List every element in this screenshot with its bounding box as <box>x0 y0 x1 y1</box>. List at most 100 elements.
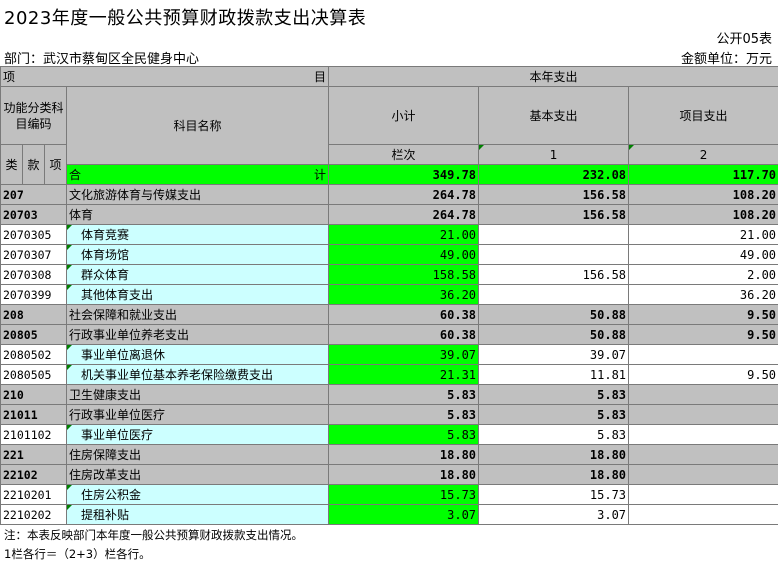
row-subject-name: 住房公积金 <box>65 484 330 505</box>
table-row: 22102 住房改革支出 18.80 18.80 <box>0 464 778 485</box>
row-subtotal: 264.78 <box>328 184 480 205</box>
row-project: 9.50 <box>628 364 778 385</box>
row-basic: 18.80 <box>478 464 630 485</box>
row-subtotal: 18.80 <box>328 464 480 485</box>
subtotal-header: 小计 <box>328 86 480 145</box>
row-code: 2080505 <box>0 364 67 385</box>
row-subject-name: 体育场馆 <box>65 244 330 265</box>
item-header-right: 目 <box>314 70 327 84</box>
row-subject-name: 住房改革支出 <box>65 464 330 485</box>
row-basic: 5.83 <box>478 424 630 445</box>
row-subtotal: 264.78 <box>328 204 480 225</box>
row-basic: 3.07 <box>478 504 630 525</box>
table-row: 2080505 机关事业单位基本养老保险缴费支出 21.31 11.81 9.50 <box>0 364 778 385</box>
table-row: 221 住房保障支出 18.80 18.80 <box>0 444 778 465</box>
row-project: 9.50 <box>628 324 778 345</box>
row-subject-name: 社会保障和就业支出 <box>65 304 330 325</box>
table-row: 2101102 事业单位医疗 5.83 5.83 <box>0 424 778 445</box>
row-subtotal: 60.38 <box>328 324 480 345</box>
current-year-header: 本年支出 <box>328 66 778 87</box>
row-code: 208 <box>0 304 67 325</box>
row-code: 207 <box>0 184 67 205</box>
total-project: 117.70 <box>628 164 778 185</box>
row-code: 210 <box>0 384 67 405</box>
row-subject-name: 群众体育 <box>65 264 330 285</box>
row-subject-name: 住房保障支出 <box>65 444 330 465</box>
row-subtotal: 39.07 <box>328 344 480 365</box>
row-code: 2210202 <box>0 504 67 525</box>
table-row: 20703 体育 264.78 156.58 108.20 <box>0 204 778 225</box>
row-project: 108.20 <box>628 184 778 205</box>
row-subject-name: 体育竞赛 <box>65 224 330 245</box>
row-subtotal: 18.80 <box>328 444 480 465</box>
row-subtotal: 3.07 <box>328 504 480 525</box>
row-project <box>628 444 778 465</box>
row-basic: 18.80 <box>478 444 630 465</box>
row-subtotal: 21.00 <box>328 224 480 245</box>
row-project: 9.50 <box>628 304 778 325</box>
table-row: 20805 行政事业单位养老支出 60.38 50.88 9.50 <box>0 324 778 345</box>
row-project: 49.00 <box>628 244 778 265</box>
footnote-2: 1栏各行＝（2+3）栏各行。 <box>4 547 151 561</box>
lei-header: 类 <box>0 144 23 185</box>
table-row: 210 卫生健康支出 5.83 5.83 <box>0 384 778 405</box>
row-project <box>628 344 778 365</box>
table-row: 208 社会保障和就业支出 60.38 50.88 9.50 <box>0 304 778 325</box>
row-subject-name: 卫生健康支出 <box>65 384 330 405</box>
row-project <box>628 384 778 405</box>
row-basic: 156.58 <box>478 264 630 285</box>
row-code: 20703 <box>0 204 67 225</box>
row-code: 22102 <box>0 464 67 485</box>
row-project: 2.00 <box>628 264 778 285</box>
total-label-right: 计 <box>314 168 327 182</box>
row-subtotal: 158.58 <box>328 264 480 285</box>
col2-number: 2 <box>628 144 778 165</box>
row-basic: 156.58 <box>478 184 630 205</box>
report-title: 2023年度一般公共预算财政拨款支出决算表 <box>4 8 367 29</box>
row-subtotal: 15.73 <box>328 484 480 505</box>
row-code: 2070308 <box>0 264 67 285</box>
row-subject-name: 机关事业单位基本养老保险缴费支出 <box>65 364 330 385</box>
row-project <box>628 484 778 505</box>
row-basic <box>478 284 630 305</box>
form-code: 公开05表 <box>716 32 772 47</box>
row-subject-name: 行政事业单位养老支出 <box>65 324 330 345</box>
row-code: 221 <box>0 444 67 465</box>
row-subtotal: 21.31 <box>328 364 480 385</box>
basic-header: 基本支出 <box>478 86 630 145</box>
footnote-1: 注：本表反映部门本年度一般公共预算财政拨款支出情况。 <box>4 528 303 542</box>
row-project: 36.20 <box>628 284 778 305</box>
row-subject-name: 行政事业单位医疗 <box>65 404 330 425</box>
table-row: 2210201 住房公积金 15.73 15.73 <box>0 484 778 505</box>
row-subject-name: 体育 <box>65 204 330 225</box>
kuan-header: 款 <box>22 144 45 185</box>
row-basic: 50.88 <box>478 304 630 325</box>
row-code: 20805 <box>0 324 67 345</box>
row-basic: 5.83 <box>478 384 630 405</box>
row-project: 21.00 <box>628 224 778 245</box>
row-basic: 15.73 <box>478 484 630 505</box>
row-project <box>628 424 778 445</box>
row-code: 2210201 <box>0 484 67 505</box>
row-code: 2070399 <box>0 284 67 305</box>
col1-number: 1 <box>478 144 630 165</box>
expenditure-table: 项 目 本年支出 功能分类科目编码 科目名称 小计 基本支出 项目支出 类款项栏… <box>0 66 778 525</box>
row-project <box>628 404 778 425</box>
row-project <box>628 504 778 525</box>
row-code: 2080502 <box>0 344 67 365</box>
table-row: 2210202 提租补贴 3.07 3.07 <box>0 504 778 525</box>
row-subtotal: 5.83 <box>328 424 480 445</box>
row-code: 2101102 <box>0 424 67 445</box>
item-header-cell: 项 目 <box>0 66 330 87</box>
row-basic: 50.88 <box>478 324 630 345</box>
department-label: 部门：武汉市蔡甸区全民健身中心 <box>4 52 200 67</box>
row-code: 2070305 <box>0 224 67 245</box>
unit-label: 金额单位：万元 <box>680 52 772 67</box>
row-subject-name: 文化旅游体育与传媒支出 <box>65 184 330 205</box>
table-row: 21011 行政事业单位医疗 5.83 5.83 <box>0 404 778 425</box>
row-project: 108.20 <box>628 204 778 225</box>
row-subtotal: 5.83 <box>328 384 480 405</box>
row-subtotal: 36.20 <box>328 284 480 305</box>
table-row: 2070399 其他体育支出 36.20 36.20 <box>0 284 778 305</box>
subject-name-header: 科目名称 <box>65 86 330 165</box>
